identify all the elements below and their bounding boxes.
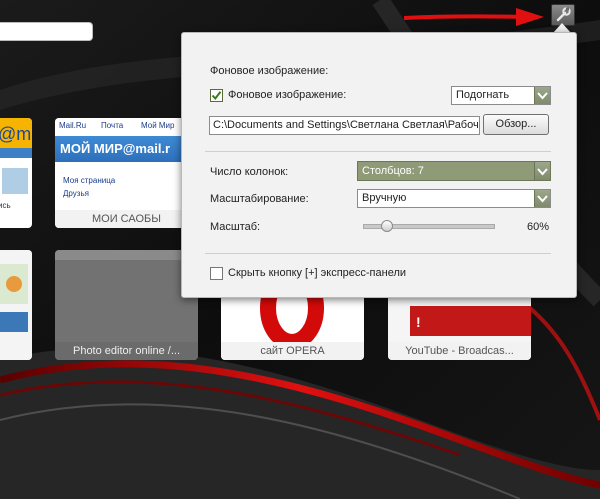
scaling-select-value: Вручную: [362, 192, 407, 204]
svg-text:@m: @m: [0, 124, 31, 144]
tile-caption: YouTube - Broadcas...: [388, 342, 531, 360]
tile-thumbnail: [0, 250, 32, 360]
red-arrow-annotation: [404, 8, 544, 26]
speed-dial-tile-mail[interactable]: Mail.Ru Почта Мой Мир МОЙ МИР@mail.r Моя…: [55, 118, 198, 228]
speed-dial-tile-photo-editor[interactable]: Photo editor online /...: [55, 250, 198, 360]
fit-select[interactable]: Подогнать: [451, 86, 551, 105]
hide-button-label: Скрыть кнопку [+] экспресс-панели: [228, 267, 407, 279]
chevron-down-icon: [534, 87, 550, 104]
divider: [205, 151, 551, 152]
tile-thumbnail: @m ись: [0, 118, 32, 210]
wrench-icon: [556, 7, 571, 22]
tile-caption: МОИ САОБЫ: [55, 210, 198, 228]
background-checkbox[interactable]: [210, 89, 223, 102]
columns-select[interactable]: Столбцов: 7: [357, 161, 551, 181]
chevron-down-icon: [534, 162, 550, 180]
checkmark-icon: [211, 91, 222, 101]
zoom-value: 60%: [527, 221, 550, 233]
speed-dial-tile[interactable]: [0, 250, 32, 360]
tile-caption: сайт OPERA: [221, 342, 364, 360]
tile-caption: Photo editor online /...: [55, 342, 198, 360]
address-field[interactable]: [0, 22, 93, 41]
section-title: Фоновое изображение:: [210, 65, 329, 77]
columns-label: Число колонок:: [210, 166, 289, 178]
columns-select-value: Столбцов: 7: [362, 165, 424, 177]
divider: [205, 253, 551, 254]
alert-icon: !: [416, 314, 421, 330]
background-checkbox-label: Фоновое изображение:: [228, 89, 347, 101]
hide-button-checkbox[interactable]: [210, 267, 223, 280]
scaling-label: Масштабирование:: [210, 193, 309, 205]
tile-nav-item: Mail.Ru: [59, 121, 87, 130]
speed-dial-tile[interactable]: @m ись: [0, 118, 32, 228]
tile-nav-item: Почта: [101, 121, 124, 130]
tile-nav-item: Мой Мир: [141, 121, 175, 130]
tile-banner: МОЙ МИР@mail.r: [60, 141, 171, 156]
browse-button[interactable]: Обзор...: [483, 114, 549, 135]
zoom-label: Масштаб:: [210, 221, 261, 233]
tile-link: Моя страница: [63, 176, 116, 185]
scaling-select[interactable]: Вручную: [357, 189, 551, 208]
svg-text:ись: ись: [0, 201, 11, 210]
background-path-field[interactable]: C:\Documents and Settings\Светлана Светл…: [209, 116, 480, 135]
chevron-down-icon: [534, 190, 550, 207]
fit-select-value: Подогнать: [456, 89, 510, 101]
tile-link: Друзья: [63, 189, 89, 198]
